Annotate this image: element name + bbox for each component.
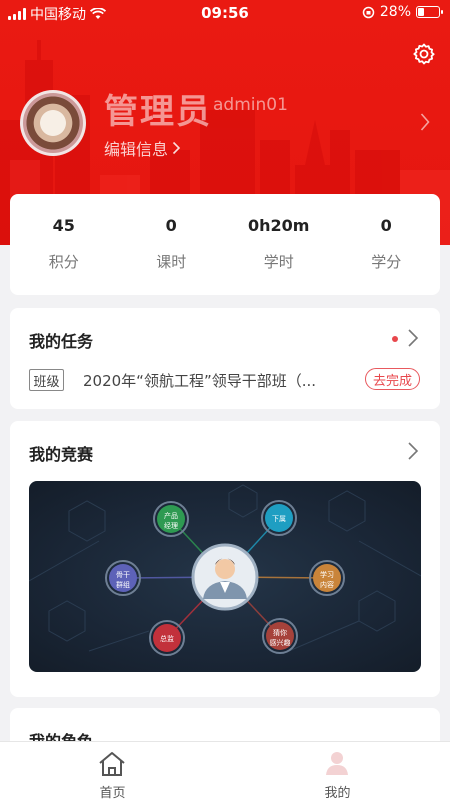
task-name[interactable]: 2020年“领航工程”领导干部班（...: [83, 370, 353, 391]
network-node-label: 经理: [164, 521, 178, 530]
network-node-2: 下属: [261, 500, 297, 536]
edit-profile-link[interactable]: 编辑信息: [104, 136, 181, 160]
my-tasks-card[interactable]: 我的任务 班级 2020年“领航工程”领导干部班（... 去完成: [10, 308, 440, 409]
task-type-tag: 班级: [29, 369, 64, 391]
stat-value: 45: [52, 216, 75, 235]
contest-banner[interactable]: 产品 经理 下属骨干 群组 学习 内容总监 猜你 感兴趣: [29, 481, 421, 672]
stat-lessons[interactable]: 0 课时: [118, 194, 226, 295]
tab-home-label: 首页: [99, 786, 126, 800]
network-node-label: 猜你: [273, 628, 287, 637]
status-bar: 中国移动 09:56 28%: [0, 0, 450, 26]
home-icon: [99, 752, 125, 776]
stat-credits[interactable]: 0 学分: [333, 194, 441, 295]
network-node-label: 群组: [116, 580, 130, 589]
network-node-6: 猜你感兴趣: [262, 618, 298, 654]
network-node-label: 下属: [272, 515, 286, 523]
my-contest-card: 我的竞赛 产品 经理 下属骨干 群组 学习 内容总监 猜你 感兴趣: [10, 421, 440, 697]
tab-home[interactable]: 首页: [0, 742, 225, 800]
tab-mine[interactable]: 我的: [225, 742, 450, 800]
network-node-label: 学习: [320, 570, 334, 579]
avatar[interactable]: [20, 90, 86, 156]
unread-dot: [392, 336, 398, 342]
network-node-label: 骨干: [116, 571, 130, 579]
stat-label: 积分: [48, 253, 79, 271]
stats-card: 45 积分 0 课时 0h20m 学时 0 学分: [10, 194, 440, 295]
network-node-1: 产品经理: [153, 501, 189, 537]
stat-value: 0: [165, 216, 177, 235]
stat-value: 0h20m: [248, 216, 310, 235]
network-node-5: 总监: [149, 620, 185, 656]
chevron-right-icon: [172, 141, 181, 155]
account-id: admin01: [213, 95, 288, 115]
stat-value: 0: [380, 216, 392, 235]
network-node-label: 感兴趣: [270, 638, 291, 647]
tasks-chevron-right-icon[interactable]: [406, 328, 420, 348]
center-avatar-node: [191, 543, 259, 611]
bottom-tab-bar: 首页 我的: [0, 741, 450, 800]
stat-label: 课时: [156, 253, 187, 271]
network-node-label: 总监: [160, 634, 174, 643]
network-illustration: 产品经理 下属骨干群组 学习内容总监 猜你感兴趣: [29, 484, 421, 656]
edit-profile-label: 编辑信息: [104, 140, 169, 159]
my-contest-title: 我的竞赛: [29, 445, 94, 464]
my-tasks-title: 我的任务: [29, 332, 94, 351]
stat-points[interactable]: 45 积分: [10, 194, 118, 295]
network-node-4: 学习内容: [309, 560, 345, 596]
network-node-3: 骨干群组: [105, 560, 141, 596]
contest-chevron-right-icon[interactable]: [406, 441, 420, 461]
network-node-label: 内容: [320, 580, 334, 589]
orientation-lock-icon: [362, 6, 375, 18]
battery-fill: [418, 8, 424, 16]
stat-label: 学分: [371, 253, 402, 271]
battery-percent: 28%: [379, 4, 411, 20]
tab-mine-label: 我的: [324, 786, 351, 800]
profile-chevron-icon[interactable]: [420, 112, 430, 132]
stat-label: 学时: [263, 253, 294, 271]
user-icon: [326, 752, 348, 775]
settings-gear-icon[interactable]: [412, 42, 436, 66]
complete-task-button[interactable]: 去完成: [364, 368, 420, 390]
network-node-label: 产品: [164, 511, 178, 520]
battery-icon: [416, 6, 443, 18]
user-name: 管理员: [104, 92, 212, 132]
stat-study-hours[interactable]: 0h20m 学时: [225, 194, 333, 295]
